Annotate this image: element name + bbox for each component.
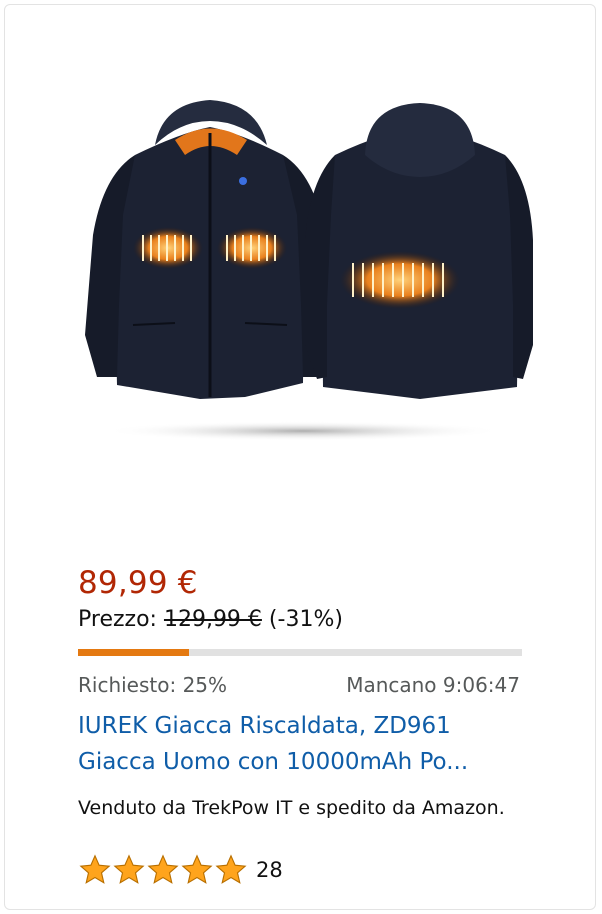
jacket-back: [305, 103, 533, 399]
star-icon: [113, 854, 145, 884]
star-icon: [181, 854, 213, 884]
product-title-link[interactable]: IUREK Giacca Riscaldata, ZD961 Giacca Uo…: [78, 708, 518, 780]
list-price-label: Prezzo:: [78, 607, 157, 632]
product-image[interactable]: [5, 5, 597, 525]
star-icon: [79, 854, 111, 884]
star-icon: [147, 854, 179, 884]
star-icon: [215, 854, 247, 884]
deal-timer: Mancano 9:06:47: [346, 673, 520, 697]
claimed-progress-bar: [78, 649, 522, 656]
rating[interactable]: 28: [78, 853, 283, 887]
deal-card[interactable]: 89,99 € Prezzo: 129,99 € (-31%) Richiest…: [4, 4, 596, 910]
product-title-line-2[interactable]: Giacca Uomo con 10000mAh Po...: [78, 744, 518, 780]
list-price: 129,99 €: [163, 607, 262, 632]
deal-price: 89,99 €: [78, 565, 198, 601]
claimed-text: Richiesto: 25%: [78, 673, 228, 697]
seller-info: Venduto da TrekPow IT e spedito da Amazo…: [78, 797, 505, 819]
discount-percent: (-31%): [268, 607, 343, 632]
star-rating[interactable]: [78, 853, 248, 887]
jacket-front: [85, 100, 331, 399]
product-title-line-1[interactable]: IUREK Giacca Riscaldata, ZD961: [78, 708, 518, 744]
list-price-row: Prezzo: 129,99 € (-31%): [78, 607, 343, 632]
claimed-progress-fill: [78, 649, 189, 656]
rating-count[interactable]: 28: [256, 858, 283, 882]
